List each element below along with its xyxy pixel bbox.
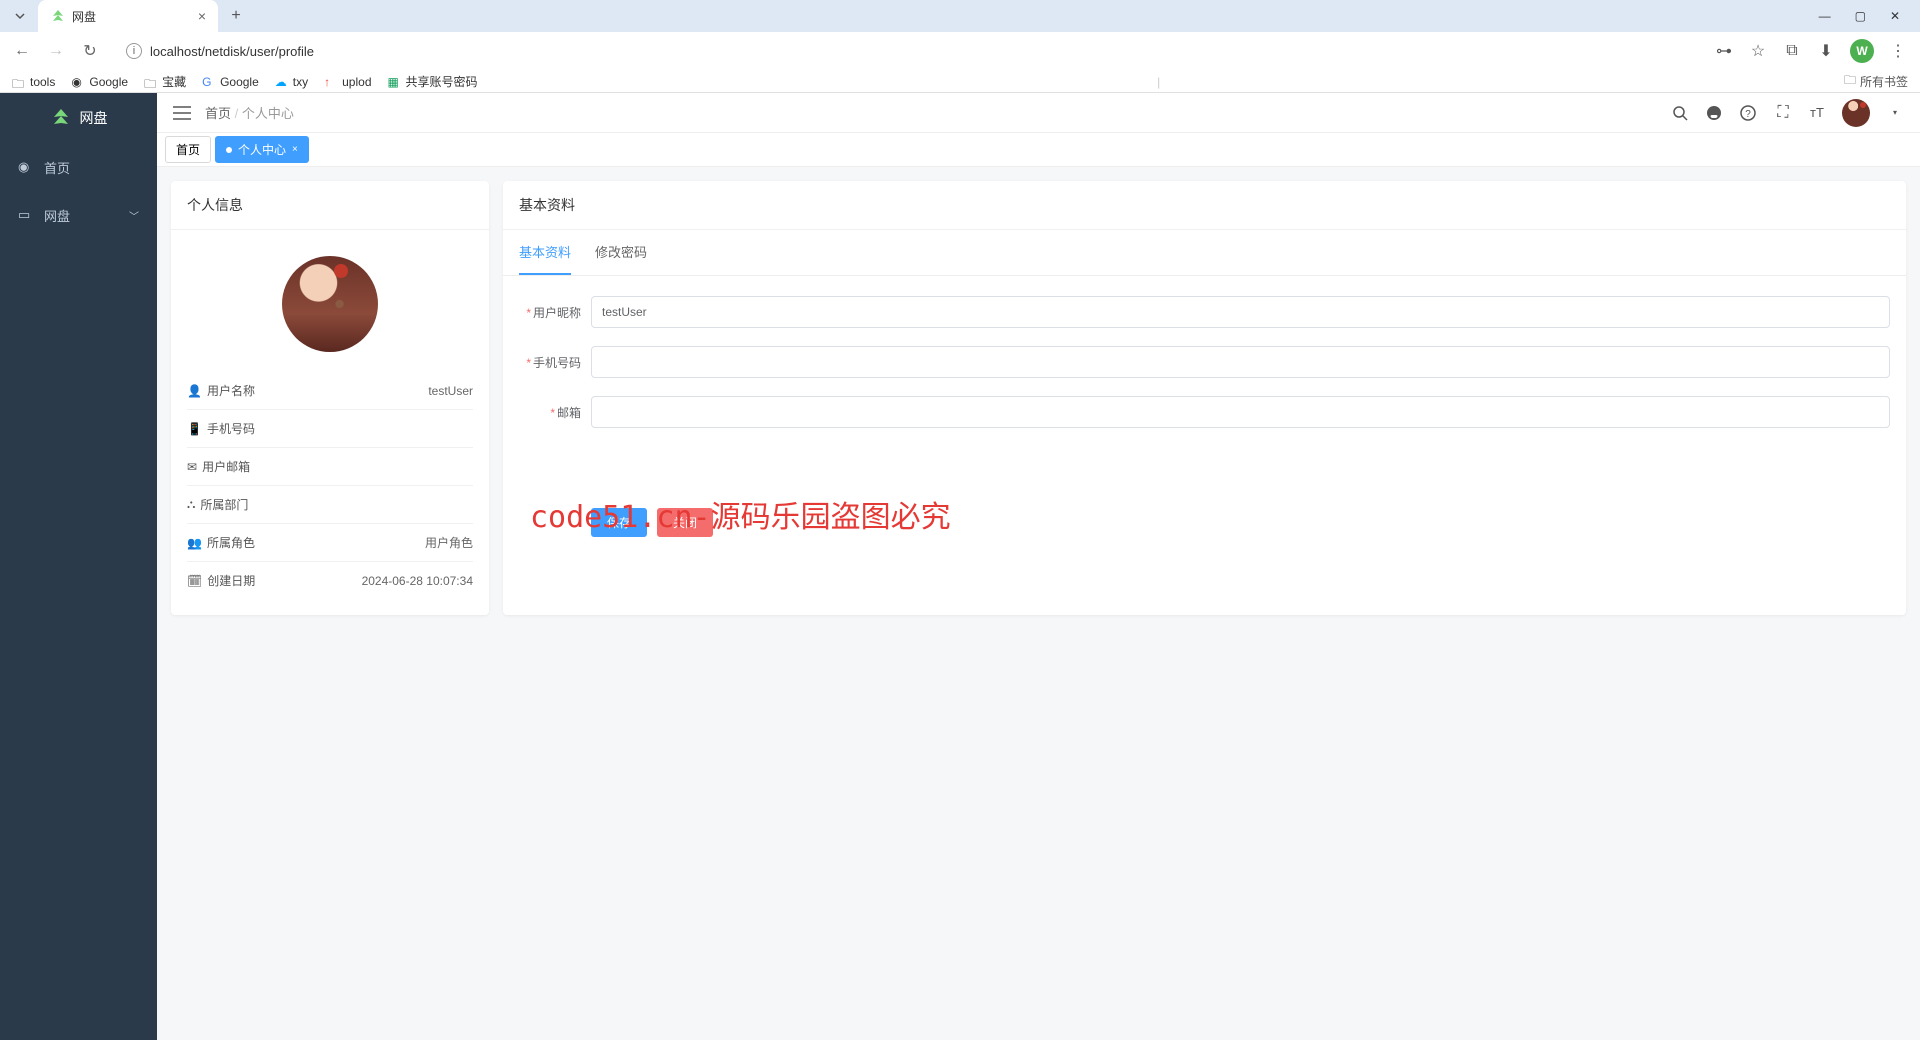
sidebar: 网盘 ◉ 首页 ▭ 网盘 ﹀ [0, 93, 157, 1040]
hamburger-icon[interactable] [173, 106, 191, 120]
upload-icon: ↑ [324, 75, 338, 89]
content: 个人信息 👤用户名称 testUser 📱手机号码 ✉用户邮箱 [157, 167, 1920, 629]
reload-button[interactable]: ↻ [80, 41, 100, 61]
info-row-username: 👤用户名称 testUser [187, 372, 473, 410]
download-icon[interactable]: ⬇ [1816, 41, 1836, 61]
info-row-email: ✉用户邮箱 [187, 448, 473, 486]
url-text: localhost/netdisk/user/profile [150, 44, 314, 59]
tab-title: 网盘 [72, 8, 192, 25]
dept-icon: ⛬ [187, 497, 195, 512]
page-tabs: 首页 个人中心 × [157, 133, 1920, 167]
sidebar-item-disk[interactable]: ▭ 网盘 ﹀ [0, 191, 157, 239]
menu-icon[interactable]: ⋮ [1888, 41, 1908, 61]
avatar-big[interactable] [282, 256, 378, 352]
tab-password[interactable]: 修改密码 [595, 230, 647, 275]
close-button[interactable]: ✕ [1890, 9, 1900, 23]
phone-icon: 📱 [187, 422, 202, 436]
search-icon[interactable] [1672, 105, 1690, 121]
tab-bar: 网盘 × + — ▢ ✕ [0, 0, 1920, 32]
disk-icon: ▭ [18, 207, 34, 223]
close-icon[interactable]: × [292, 144, 298, 155]
folder-icon: 🗀 [144, 75, 158, 89]
dashboard-icon: ◉ [18, 159, 34, 175]
form-card-title: 基本资料 [503, 181, 1906, 230]
google-icon: G [202, 75, 216, 89]
leaf-icon [50, 8, 66, 24]
fullscreen-icon[interactable]: ⛶ [1774, 104, 1792, 122]
browser-chrome: 网盘 × + — ▢ ✕ ← → ↻ i localhost/netdisk/u… [0, 0, 1920, 93]
help-icon[interactable]: ? [1740, 105, 1758, 121]
chevron-down-icon: ﹀ [129, 208, 139, 223]
info-icon[interactable]: i [126, 43, 142, 59]
folder-icon: 🗀 [12, 75, 26, 89]
mail-icon: ✉ [187, 460, 197, 474]
forward-button[interactable]: → [46, 42, 66, 60]
nickname-label: *用户昵称 [519, 304, 581, 321]
bookmark-google2[interactable]: GGoogle [202, 75, 259, 89]
profile-card: 个人信息 👤用户名称 testUser 📱手机号码 ✉用户邮箱 [171, 181, 489, 615]
form-card: 基本资料 基本资料 修改密码 *用户昵称 *手机号码 *邮箱 [503, 181, 1906, 615]
star-icon[interactable]: ☆ [1748, 41, 1768, 61]
bookmark-shared[interactable]: ▦共享账号密码 [388, 73, 478, 90]
tab-basic[interactable]: 基本资料 [519, 230, 571, 275]
key-icon[interactable]: ⊶ [1714, 41, 1734, 61]
dot-icon [226, 147, 232, 153]
globe-icon: ◉ [71, 75, 85, 89]
bookmark-tools[interactable]: 🗀tools [12, 75, 55, 89]
fontsize-icon[interactable]: ᴛT [1808, 105, 1826, 120]
breadcrumb-current: 个人中心 [242, 106, 294, 121]
url-box[interactable]: i localhost/netdisk/user/profile [114, 36, 1700, 66]
chevron-down-icon[interactable]: ▾ [1886, 108, 1904, 117]
form-tabs: 基本资料 修改密码 [503, 230, 1906, 276]
browser-tab[interactable]: 网盘 × [38, 0, 218, 32]
user-icon: 👤 [187, 384, 202, 398]
bookmark-txy[interactable]: ☁txy [275, 75, 308, 89]
role-icon: 👥 [187, 536, 202, 550]
minimize-button[interactable]: — [1819, 9, 1831, 23]
bookmark-upload[interactable]: ↑uplod [324, 75, 371, 89]
leaf-icon [50, 107, 72, 129]
info-row-dept: ⛬所属部门 [187, 486, 473, 524]
breadcrumb: 首页 / 个人中心 [205, 103, 294, 122]
info-row-date: 🗓创建日期 2024-06-28 10:07:34 [187, 562, 473, 599]
email-label: *邮箱 [519, 404, 581, 421]
new-tab-button[interactable]: + [222, 2, 250, 30]
save-button[interactable]: 保存 [591, 508, 647, 537]
cloud-icon: ☁ [275, 75, 289, 89]
extension-icon[interactable]: ⧉ [1782, 41, 1802, 61]
topbar: 首页 / 个人中心 ? ⛶ ᴛT ▾ [157, 93, 1920, 133]
tab-dropdown[interactable] [8, 4, 32, 28]
close-button[interactable]: 关闭 [657, 508, 713, 537]
github-icon[interactable] [1706, 105, 1724, 121]
phone-input[interactable] [591, 346, 1890, 378]
back-button[interactable]: ← [12, 42, 32, 60]
sheet-icon: ▦ [388, 75, 402, 89]
email-input[interactable] [591, 396, 1890, 428]
logo-text: 网盘 [80, 108, 108, 128]
address-bar: ← → ↻ i localhost/netdisk/user/profile ⊶… [0, 32, 1920, 70]
nickname-input[interactable] [591, 296, 1890, 328]
page-tab-profile[interactable]: 个人中心 × [215, 136, 309, 163]
profile-badge[interactable]: W [1850, 39, 1874, 63]
svg-text:?: ? [1745, 109, 1751, 120]
maximize-button[interactable]: ▢ [1855, 9, 1866, 23]
info-row-phone: 📱手机号码 [187, 410, 473, 448]
logo[interactable]: 网盘 [0, 93, 157, 143]
bookmarks-bar: 🗀tools ◉Google 🗀宝藏 GGoogle ☁txy ↑uplod ▦… [0, 70, 1920, 93]
close-icon[interactable]: × [198, 8, 206, 24]
avatar[interactable] [1842, 99, 1870, 127]
breadcrumb-root[interactable]: 首页 [205, 106, 231, 121]
bookmark-google[interactable]: ◉Google [71, 75, 128, 89]
window-controls: — ▢ ✕ [1819, 9, 1920, 23]
phone-label: *手机号码 [519, 354, 581, 371]
all-bookmarks[interactable]: 🗀所有书签 [1844, 71, 1908, 92]
info-row-role: 👥所属角色 用户角色 [187, 524, 473, 562]
sidebar-item-home[interactable]: ◉ 首页 [0, 143, 157, 191]
date-icon: 🗓 [187, 574, 202, 588]
bookmark-treasure[interactable]: 🗀宝藏 [144, 73, 186, 90]
page-tab-home[interactable]: 首页 [165, 136, 211, 163]
folder-icon: 🗀 [1844, 71, 1856, 92]
profile-card-title: 个人信息 [171, 181, 489, 230]
main: 首页 / 个人中心 ? ⛶ ᴛT ▾ [157, 93, 1920, 1040]
